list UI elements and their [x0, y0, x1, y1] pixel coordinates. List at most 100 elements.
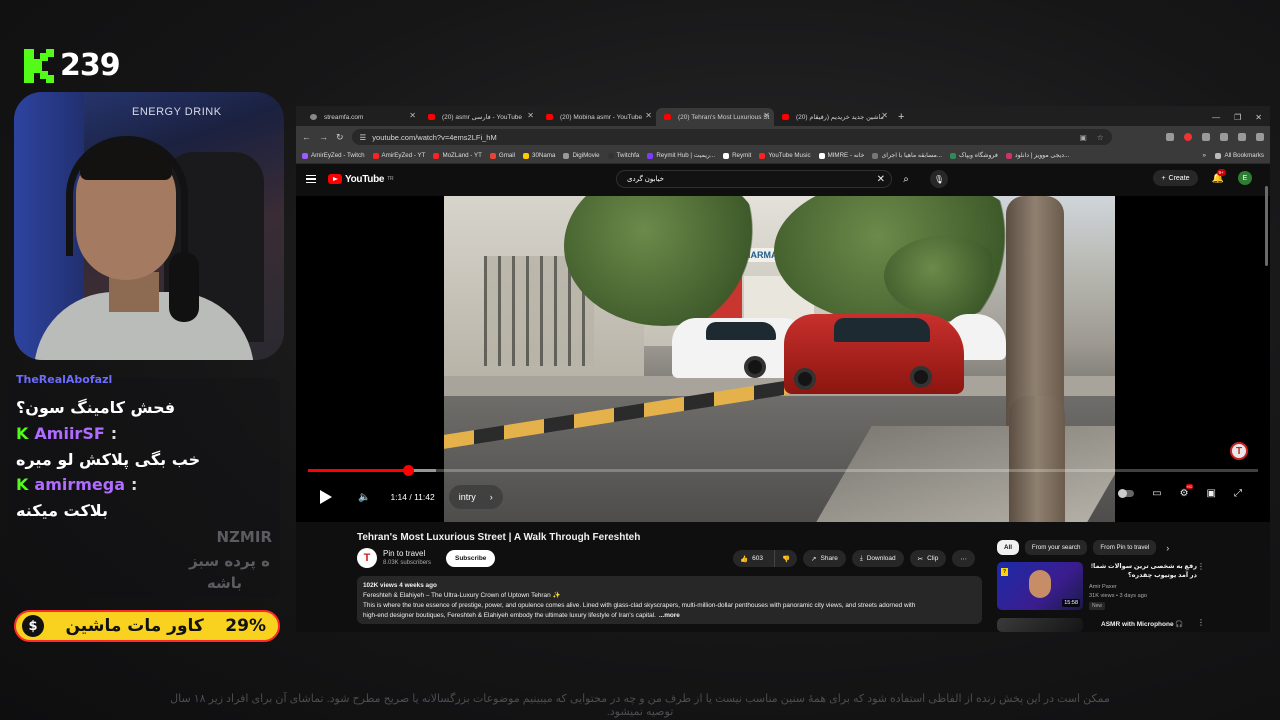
profile-icon[interactable] — [1238, 133, 1246, 141]
play-icon[interactable] — [320, 490, 332, 504]
site-info-icon[interactable]: ☰ — [360, 133, 367, 142]
clip-button[interactable]: ✂ Clip — [909, 550, 947, 567]
close-tab-icon[interactable]: ✕ — [409, 111, 416, 120]
settings-icon[interactable]: ⚙ HD — [1180, 484, 1194, 499]
tab-strip: streamfa.com ✕ (20) asmr فارسی - YouTube… — [296, 106, 1270, 126]
recommended-video[interactable]: ASMR with Microphone 🎧 ⋮ — [997, 618, 1237, 632]
close-tab-icon[interactable]: ✕ — [881, 111, 888, 120]
bookmark-item[interactable]: 30Nama — [523, 152, 555, 159]
new-tab-button[interactable]: + — [892, 108, 910, 126]
all-bookmarks-button[interactable]: » All Bookmarks — [1203, 152, 1264, 159]
close-tab-icon[interactable]: ✕ — [527, 111, 534, 120]
browser-tab[interactable]: streamfa.com ✕ — [302, 108, 420, 126]
bookmark-star-icon[interactable]: ☆ — [1097, 133, 1104, 142]
chapter-button[interactable]: intry › — [448, 485, 503, 509]
minimize-icon[interactable]: — — [1212, 113, 1220, 122]
channel-avatar[interactable]: T — [357, 548, 377, 568]
chat-message: فحش کامینگ سون؟ — [16, 398, 272, 417]
like-button[interactable]: 👍 603 — [733, 550, 770, 567]
maximize-icon[interactable]: ❐ — [1234, 113, 1241, 122]
chip-all[interactable]: All — [997, 540, 1019, 555]
autoplay-toggle[interactable] — [1118, 489, 1135, 498]
notifications-button[interactable]: 🔔 9+ — [1212, 168, 1226, 184]
chevron-right-icon: › — [489, 492, 493, 502]
hamburger-menu-icon[interactable] — [306, 174, 316, 184]
channel-watermark-icon[interactable]: T — [1230, 442, 1248, 460]
page-scrollbar[interactable] — [1265, 186, 1268, 266]
bookmark-item[interactable]: فروشگاه ویپاک — [950, 152, 998, 159]
faded-chat-name: NZMIR — [216, 528, 273, 546]
bookmark-item[interactable]: YouTube Music — [759, 152, 811, 159]
volume-icon[interactable]: 🔈 — [358, 492, 370, 503]
fullscreen-icon[interactable]: ⤢ — [1234, 488, 1242, 499]
recommended-title[interactable]: ASMR with Microphone 🎧 — [1101, 620, 1209, 629]
more-vertical-icon[interactable]: ⋮ — [1197, 562, 1205, 571]
video-actions: 👍 603 👎 ↗ Share ⤓ Download ✂ Clip ⋯ — [733, 550, 975, 567]
youtube-logo[interactable]: YouTube TR — [328, 174, 394, 185]
create-button[interactable]: + Create — [1153, 170, 1198, 186]
search-button[interactable]: ⌕ — [894, 170, 918, 188]
voice-search-button[interactable]: 🎙 — [930, 170, 948, 188]
clear-search-icon[interactable]: ✕ — [877, 174, 885, 185]
close-tab-icon[interactable]: ✕ — [645, 111, 652, 120]
back-icon[interactable]: ← — [302, 132, 311, 142]
recommended-video[interactable]: ? 15:58 رفع به شخصی ترین سوالات شما! در … — [997, 562, 1237, 614]
bookmark-item[interactable]: Gmail — [489, 152, 515, 159]
bookmark-item[interactable]: MoZLand - YT — [433, 152, 482, 159]
browser-tab[interactable]: (20) asmr فارسی - YouTube ✕ — [420, 108, 538, 126]
bookmark-item[interactable]: Reymit — [723, 152, 751, 159]
recommended-channel[interactable]: Amir Paxer — [1089, 584, 1117, 590]
more-actions-button[interactable]: ⋯ — [952, 550, 975, 567]
search-input[interactable]: خیابون گردی ✕ — [616, 170, 892, 188]
close-tab-icon[interactable]: ✕ — [763, 111, 770, 120]
description-box[interactable]: 102K views 4 weeks ago Fereshteh & Elahi… — [357, 576, 982, 624]
extension-icon[interactable] — [1166, 133, 1174, 141]
close-window-icon[interactable]: ✕ — [1255, 113, 1262, 122]
recommended-title[interactable]: رفع به شخصی ترین سوالات شما! در آمد یوتی… — [1089, 562, 1197, 580]
bookmark-item[interactable]: MIMRE - خانه — [818, 152, 864, 159]
channel-name[interactable]: Pin to travel — [383, 549, 425, 558]
browser-tab-active[interactable]: (20) Tehran's Most Luxurious St ✕ — [656, 108, 774, 126]
subtitles-icon[interactable]: ▭ — [1152, 488, 1161, 499]
forward-icon[interactable]: → — [319, 132, 328, 142]
account-avatar[interactable]: E — [1238, 171, 1252, 185]
extension-icon[interactable] — [1202, 133, 1210, 141]
video-thumbnail[interactable]: ? 15:58 — [997, 562, 1083, 610]
bookmark-item[interactable]: Twitchfa — [607, 152, 639, 159]
progress-bar[interactable] — [308, 465, 1258, 476]
chip-from-channel[interactable]: From Pin to travel — [1093, 540, 1157, 555]
extension-icon[interactable] — [1184, 133, 1192, 141]
dislike-button[interactable]: 👎 — [773, 550, 797, 567]
menu-icon[interactable] — [1256, 133, 1264, 141]
chip-from-search[interactable]: From your search — [1024, 540, 1088, 555]
subscribe-button[interactable]: Subscribe — [446, 550, 496, 567]
search-icon: ⌕ — [903, 173, 909, 185]
browser-tab[interactable]: (20) Mobina asmr - YouTube ✕ — [538, 108, 656, 126]
bookmark-item[interactable]: دیجی موویز | دانلود... — [1005, 152, 1069, 159]
video-frame[interactable]: PHARMA — [444, 196, 1115, 522]
chevron-right-icon[interactable]: › — [1166, 543, 1169, 553]
install-icon[interactable]: ▣ — [1080, 133, 1087, 142]
video-player[interactable]: PHARMA T — [296, 196, 1270, 522]
address-bar[interactable]: ☰ youtube.com/watch?v=4ems2LFi_hM ▣ ☆ — [351, 129, 1112, 145]
browser-tab[interactable]: (20) ماشین جدید خریدیم (رفیقام ✕ — [774, 108, 892, 126]
progress-scrubber[interactable] — [402, 465, 414, 476]
recommended-meta: 31K views • 3 days ago — [1089, 593, 1147, 599]
reload-icon[interactable]: ↻ — [336, 132, 344, 143]
video-thumbnail[interactable] — [997, 618, 1083, 632]
miniplayer-icon[interactable]: ▣ — [1207, 488, 1216, 499]
extension-icon[interactable] — [1220, 133, 1228, 141]
bookmark-item[interactable]: AmirEyZed - Twitch — [302, 152, 365, 159]
youtube-header: YouTube TR خیابون گردی ✕ ⌕ 🎙 + Create 🔔 … — [296, 164, 1270, 194]
bookmark-item[interactable]: DigiMovie — [563, 152, 600, 159]
share-button[interactable]: ↗ Share — [803, 550, 846, 567]
download-button[interactable]: ⤓ Download — [851, 550, 904, 567]
show-more-link[interactable]: ...more — [659, 612, 680, 619]
bookmark-item[interactable]: مسابقه ماهیا با اجرای... — [872, 152, 942, 159]
chat-username: K amirmega : — [16, 475, 138, 494]
recommendation-filters: All From your search From Pin to travel … — [997, 540, 1169, 555]
bookmark-item[interactable]: Reymit Hub | ریمیت... — [647, 152, 715, 159]
more-bookmarks-icon[interactable]: » — [1203, 152, 1206, 159]
bookmark-item[interactable]: AmirEyZed - YT — [372, 152, 425, 159]
more-vertical-icon[interactable]: ⋮ — [1197, 618, 1205, 627]
